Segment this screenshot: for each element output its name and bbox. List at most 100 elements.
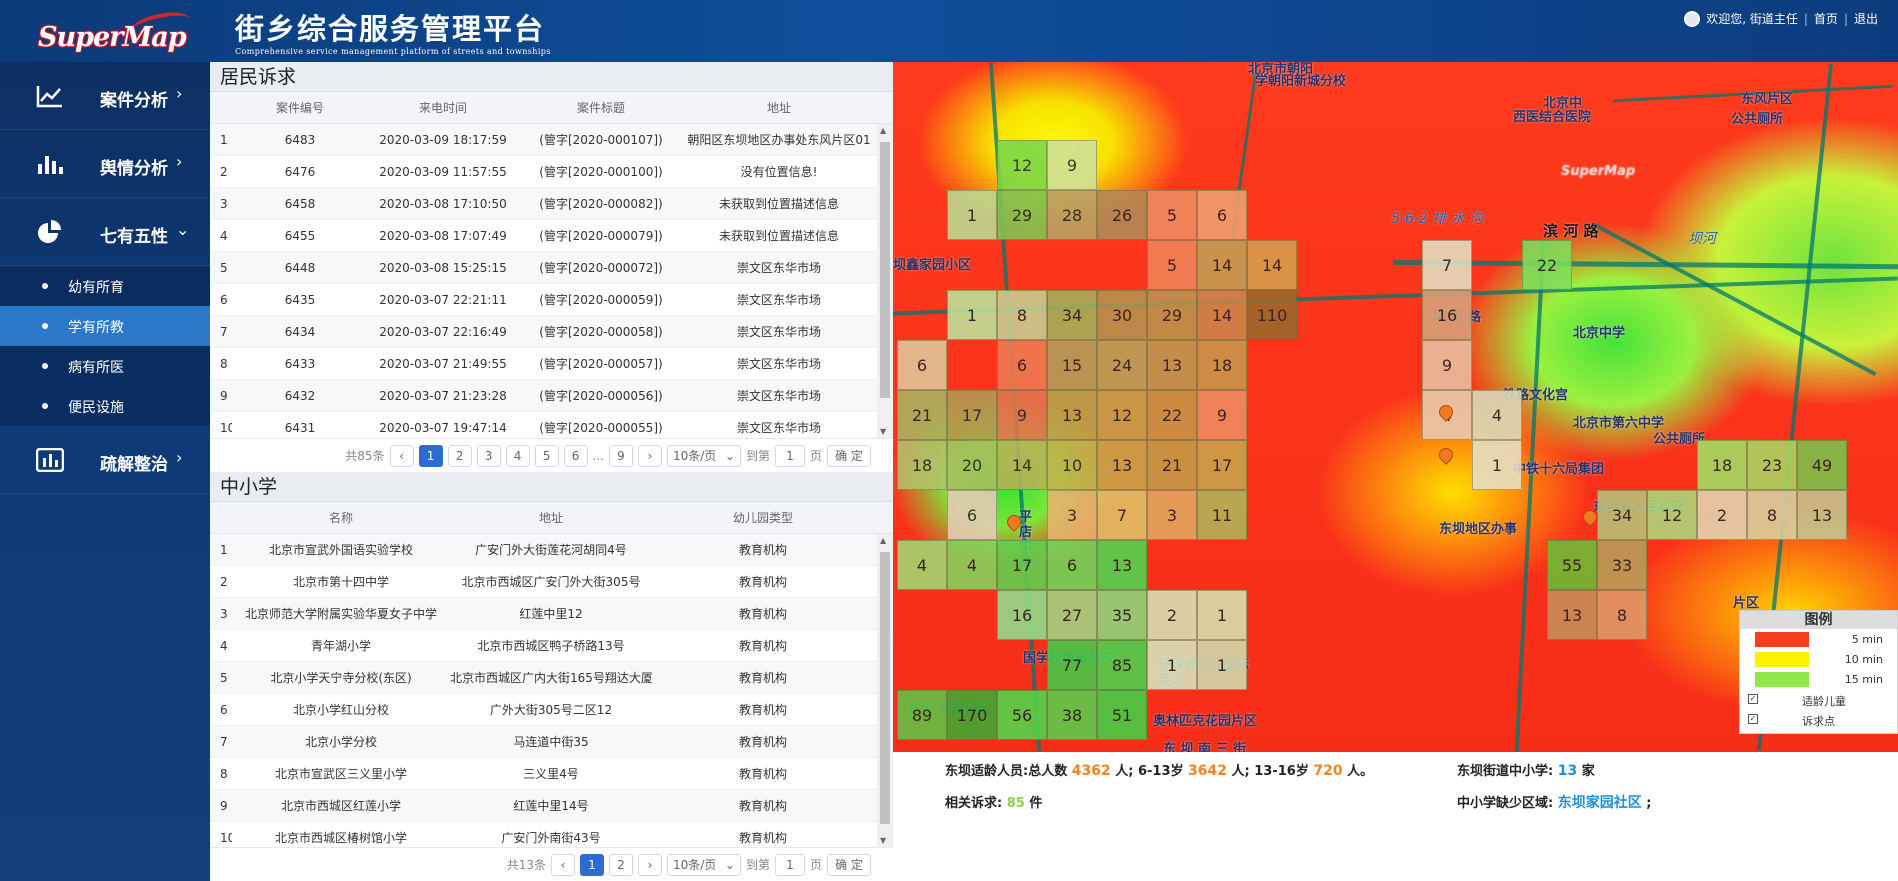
map-grid-cell[interactable]: 12 bbox=[1647, 490, 1697, 540]
map-grid-cell[interactable]: 8 bbox=[1747, 490, 1797, 540]
table-row[interactable]: 6 北京小学红山分校 广外大街305号二区12 教育机构 bbox=[210, 694, 893, 726]
map-grid-cell[interactable]: 30 bbox=[1097, 290, 1147, 340]
table-row[interactable]: 10 6431 2020-03-07 19:47:14 (管字[2020-000055… bbox=[210, 412, 893, 438]
map-grid-cell[interactable]: 4 bbox=[897, 540, 947, 590]
map-grid-cell[interactable]: 110 bbox=[1247, 290, 1297, 340]
map-grid-cell[interactable]: 49 bbox=[1797, 440, 1847, 490]
map-grid-cell[interactable]: 56 bbox=[997, 690, 1047, 740]
map-grid-cell[interactable]: 12 bbox=[1097, 390, 1147, 440]
map-grid-cell[interactable]: 14 bbox=[1197, 240, 1247, 290]
map-grid-cell[interactable]: 51 bbox=[1097, 690, 1147, 740]
map-grid-cell[interactable]: 33 bbox=[1597, 540, 1647, 590]
map-grid-cell[interactable]: 14 bbox=[1197, 290, 1247, 340]
map-grid-cell[interactable]: 14 bbox=[1247, 240, 1297, 290]
map-grid-cell[interactable]: 34 bbox=[1047, 290, 1097, 340]
map-pin-icon[interactable] bbox=[1439, 405, 1451, 423]
table-row[interactable]: 2 北京市第十四中学 北京市西城区广安门外大街305号 教育机构 bbox=[210, 566, 893, 598]
page-button[interactable]: 1 bbox=[579, 853, 604, 876]
map-grid-cell[interactable]: 1 bbox=[1472, 440, 1522, 490]
map-grid-cell[interactable]: 22 bbox=[1522, 240, 1572, 290]
map-grid-cell[interactable]: 29 bbox=[1147, 290, 1197, 340]
page-size-select[interactable]: 10条/页 ⌄ bbox=[666, 853, 741, 876]
sidebar-item-facilities[interactable]: 便民设施 bbox=[0, 386, 210, 426]
sidebar-group-seven-five[interactable]: 七有五性 ⌄ bbox=[0, 198, 210, 266]
map-grid-cell[interactable]: 20 bbox=[947, 440, 997, 490]
logout-link[interactable]: 退出 bbox=[1854, 10, 1878, 27]
sidebar-item-childcare[interactable]: 幼有所育 bbox=[0, 266, 210, 306]
map-grid-cell[interactable]: 16 bbox=[1422, 290, 1472, 340]
table-row[interactable]: 1 北京市宣武外国语实验学校 广安门外大街莲花河胡同4号 教育机构 bbox=[210, 534, 893, 566]
table-row[interactable]: 10 北京市西城区椿树馆小学 广安门外南街43号 教育机构 bbox=[210, 822, 893, 847]
map-grid-cell[interactable]: 77 bbox=[1047, 640, 1097, 690]
goto-confirm-button[interactable]: 确 定 bbox=[827, 444, 871, 467]
map-grid-cell[interactable]: 1 bbox=[947, 190, 997, 240]
sidebar-group-case-analysis[interactable]: 案件分析 › bbox=[0, 62, 210, 130]
page-size-select[interactable]: 10条/页 ⌄ bbox=[666, 444, 741, 467]
map-grid-cell[interactable]: 9 bbox=[1047, 140, 1097, 190]
map-grid-cell[interactable]: 12 bbox=[997, 140, 1047, 190]
map-grid-cell[interactable]: 6 bbox=[947, 490, 997, 540]
scroll-up-icon[interactable]: ▲ bbox=[880, 126, 886, 135]
table-row[interactable]: 8 北京市宣武区三义里小学 三义里4号 教育机构 bbox=[210, 758, 893, 790]
map-grid-cell[interactable]: 4 bbox=[1472, 390, 1522, 440]
page-button[interactable]: 2 bbox=[447, 444, 472, 467]
page-button[interactable]: 5 bbox=[534, 444, 559, 467]
table-row[interactable]: 9 北京市西城区红莲小学 红莲中里14号 教育机构 bbox=[210, 790, 893, 822]
table-row[interactable]: 5 6448 2020-03-08 15:25:15 (管字[2020-000072]… bbox=[210, 252, 893, 284]
map-grid-cell[interactable]: 22 bbox=[1147, 390, 1197, 440]
map-grid-cell[interactable]: 9 bbox=[1197, 390, 1247, 440]
checkbox[interactable]: ✓ bbox=[1748, 694, 1758, 704]
goto-page-input[interactable]: 1 bbox=[774, 853, 805, 876]
map-grid-cell[interactable]: 34 bbox=[1597, 490, 1647, 540]
map-grid-cell[interactable]: 9 bbox=[1422, 340, 1472, 390]
map-grid-cell[interactable]: 3 bbox=[1147, 490, 1197, 540]
table-row[interactable]: 3 北京师范大学附属实验华夏女子中学 红莲中里12 教育机构 bbox=[210, 598, 893, 630]
scroll-down-icon[interactable]: ▼ bbox=[880, 836, 886, 845]
map-grid-cell[interactable]: 15 bbox=[1047, 340, 1097, 390]
map-grid-cell[interactable]: 35 bbox=[1097, 590, 1147, 640]
lack-area-value[interactable]: 东坝家园社区 bbox=[1558, 795, 1642, 811]
map-grid-cell[interactable]: 6 bbox=[897, 340, 947, 390]
map-grid-cell[interactable]: 17 bbox=[947, 390, 997, 440]
map-grid-cell[interactable]: 10 bbox=[1047, 440, 1097, 490]
next-page-button[interactable]: › bbox=[637, 853, 662, 876]
map-grid-cell[interactable]: 6 bbox=[997, 340, 1047, 390]
map-grid-cell[interactable]: 11 bbox=[1197, 490, 1247, 540]
goto-page-input[interactable]: 1 bbox=[774, 444, 805, 467]
map-grid-cell[interactable]: 21 bbox=[897, 390, 947, 440]
layer-toggle-children[interactable]: ✓ 适龄儿童 bbox=[1740, 689, 1897, 709]
page-button[interactable]: 1 bbox=[418, 444, 443, 467]
map-grid-cell[interactable]: 17 bbox=[1197, 440, 1247, 490]
map-grid-cell[interactable]: 13 bbox=[1547, 590, 1597, 640]
table-row[interactable]: 7 北京小学分校 马连道中街35 教育机构 bbox=[210, 726, 893, 758]
table-row[interactable]: 4 青年湖小学 北京市西城区鸭子桥路13号 教育机构 bbox=[210, 630, 893, 662]
map-grid-cell[interactable]: 13 bbox=[1047, 390, 1097, 440]
map-grid-cell[interactable]: 4 bbox=[947, 540, 997, 590]
map-grid-cell[interactable]: 1 bbox=[1197, 640, 1247, 690]
sidebar-group-rectification[interactable]: 疏解整治 › bbox=[0, 426, 210, 494]
map-grid-cell[interactable]: 7 bbox=[1097, 490, 1147, 540]
goto-confirm-button[interactable]: 确 定 bbox=[827, 853, 871, 876]
map-grid-cell[interactable]: 7 bbox=[1422, 240, 1472, 290]
sidebar-item-medical[interactable]: 病有所医 bbox=[0, 346, 210, 386]
vertical-scrollbar[interactable]: ▲ ▼ bbox=[877, 124, 893, 438]
map-grid-cell[interactable]: 24 bbox=[1097, 340, 1147, 390]
map-grid-cell[interactable]: 89 bbox=[897, 690, 947, 740]
table-row[interactable]: 2 6476 2020-03-09 11:57:55 (管字[2020-000100]… bbox=[210, 156, 893, 188]
map-grid-cell[interactable]: 6 bbox=[1047, 540, 1097, 590]
map-grid-cell[interactable]: 13 bbox=[1097, 440, 1147, 490]
map-grid-cell[interactable]: 5 bbox=[1147, 190, 1197, 240]
map-pin-icon[interactable] bbox=[1583, 510, 1595, 528]
map-grid-cell[interactable]: 27 bbox=[1047, 590, 1097, 640]
page-button[interactable]: 3 bbox=[476, 444, 501, 467]
map-grid-cell[interactable]: 17 bbox=[997, 540, 1047, 590]
page-button[interactable]: 6 bbox=[563, 444, 588, 467]
map-grid-cell[interactable]: 85 bbox=[1097, 640, 1147, 690]
table-row[interactable]: 5 北京小学天宁寺分校(东区) 北京市西城区广内大街165号翔达大厦东 教育机构 bbox=[210, 662, 893, 694]
map-grid-cell[interactable]: 1 bbox=[1147, 640, 1197, 690]
scroll-thumb[interactable] bbox=[880, 552, 890, 824]
map-grid-cell[interactable]: 13 bbox=[1097, 540, 1147, 590]
map-grid-cell[interactable]: 2 bbox=[1147, 590, 1197, 640]
page-button[interactable]: 2 bbox=[608, 853, 633, 876]
map-grid-cell[interactable]: 28 bbox=[1047, 190, 1097, 240]
